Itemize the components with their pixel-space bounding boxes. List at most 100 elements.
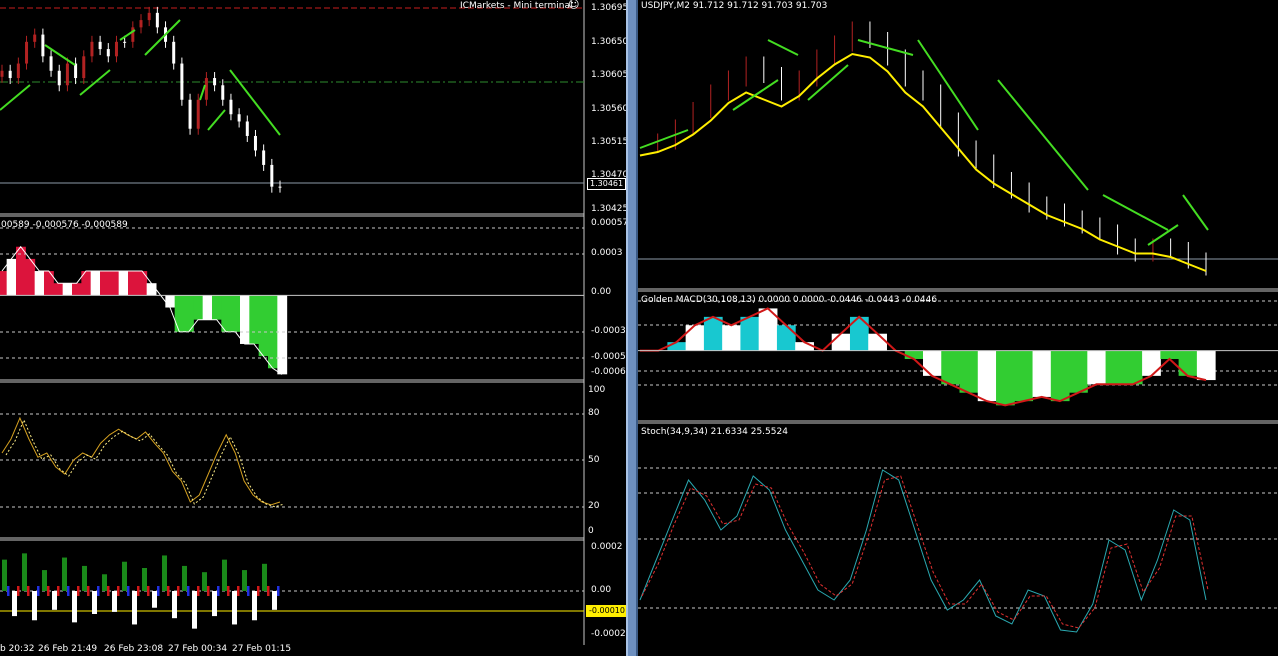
osc-bar — [187, 586, 190, 596]
gmacd-bar — [703, 316, 723, 351]
price-tick: 1.30515 — [591, 137, 629, 147]
candle-body — [114, 41, 118, 57]
price-tick: 1.30650 — [591, 37, 629, 47]
right-chart-title: USDJPY,M2 91.712 91.712 91.703 91.703 — [641, 1, 828, 11]
osc-bar — [247, 586, 250, 596]
osc-bar — [237, 586, 240, 596]
price-tick: 1.30605 — [591, 70, 629, 80]
osc-bar — [72, 591, 77, 623]
candle-body — [8, 70, 12, 79]
candle-body — [147, 12, 151, 21]
candle-body — [237, 114, 241, 122]
macd-bar — [53, 283, 64, 296]
macd-bar — [137, 271, 148, 296]
gmacd-bar — [1050, 350, 1070, 402]
osc-bar — [97, 586, 100, 596]
osc-bar — [112, 591, 117, 612]
osc-bar — [257, 586, 260, 596]
candle-body — [180, 63, 184, 100]
stoch-signal-line — [641, 475, 1209, 629]
macd-tick: -0.0003 — [591, 326, 626, 336]
osc-bar — [242, 570, 247, 591]
gmacd-bar — [1178, 350, 1198, 376]
osc-bar — [37, 586, 40, 596]
osc-bar — [7, 586, 10, 596]
gmacd-bar — [1160, 350, 1180, 359]
osc-bar — [267, 586, 270, 596]
ema-segment — [1102, 194, 1169, 231]
osc-bar — [82, 565, 87, 591]
gmacd-bar — [1032, 350, 1052, 397]
osc-bar — [17, 586, 20, 596]
osc-bar — [87, 586, 90, 596]
osc-bar — [162, 555, 167, 591]
right-chart-window[interactable]: USDJPY,M2 91.712 91.712 91.703 91.703 Go… — [638, 0, 1278, 656]
gmacd-bar — [1105, 350, 1125, 385]
macd-tick: 0.00 — [591, 287, 612, 297]
macd-bar — [258, 295, 269, 357]
candle-body — [33, 34, 37, 42]
osc-bar — [142, 568, 147, 591]
osc-bar — [2, 559, 7, 591]
gmacd-bar — [923, 350, 942, 376]
osc-bar — [57, 586, 60, 596]
left-chart-window[interactable]: ICMarkets - Mini terminal ☺ 1.30695 1.30… — [0, 0, 631, 656]
macd-tick: 0.0003 — [591, 248, 623, 258]
price-tick: 1.30695 — [591, 3, 629, 13]
gmacd-bar — [776, 325, 796, 351]
osc-current-marker: -0.00010 — [586, 605, 628, 617]
stoch-main-line — [1, 416, 281, 506]
osc-bar — [107, 586, 110, 596]
osc-tick: -0.0002 — [591, 629, 626, 639]
candle-body — [213, 78, 217, 86]
candle-body — [49, 56, 53, 71]
current-price-marker: 1.30461 — [587, 178, 627, 190]
candle-body — [139, 20, 143, 28]
macd-bar — [240, 295, 250, 344]
osc-bar — [47, 586, 50, 596]
macd-tick: 0.00057 — [591, 218, 629, 228]
macd-bar — [128, 271, 138, 296]
osc-bar — [202, 572, 207, 591]
macd-bar — [62, 283, 73, 296]
gmacd-bar — [722, 325, 741, 351]
price-tick: 1.30560 — [591, 104, 629, 114]
candle-body — [90, 41, 94, 57]
osc-bar — [277, 586, 280, 596]
candle-body — [25, 41, 29, 64]
gmacd-bar — [1087, 350, 1107, 385]
stoch-tick: 20 — [588, 501, 600, 511]
osc-bar — [92, 591, 97, 614]
window-splitter[interactable] — [626, 0, 638, 656]
ema-segment — [857, 39, 914, 56]
macd-bar — [174, 295, 185, 332]
left-charts-svg — [0, 0, 585, 645]
candle-body — [16, 63, 20, 79]
candle-body — [82, 56, 86, 79]
gmacd-bar — [1142, 350, 1161, 376]
osc-bar — [137, 586, 140, 596]
osc-bar — [197, 586, 200, 596]
left-macd-label: 00589 -0.000576 -0.000589 — [1, 220, 128, 230]
gmacd-bar — [904, 350, 924, 359]
gmacd-bar — [1069, 350, 1088, 393]
gmacd-bar — [831, 333, 851, 351]
candle-body — [155, 12, 159, 28]
osc-bar — [152, 591, 157, 608]
smiley-icon[interactable]: ☺ — [568, 0, 579, 10]
osc-tick: 0.00 — [591, 585, 612, 595]
osc-bar — [182, 565, 187, 591]
osc-bar — [62, 557, 67, 591]
gmacd-bar — [868, 333, 887, 351]
macd-bar — [202, 295, 213, 320]
gmacd-bar — [996, 350, 1015, 406]
ema-segment — [199, 84, 206, 101]
right-stoch-label: Stoch(34,9,34) 21.6334 25.5524 — [641, 427, 788, 437]
osc-bar — [52, 591, 57, 610]
osc-bar — [102, 574, 107, 591]
osc-bar — [77, 586, 80, 596]
candle-body — [131, 27, 135, 42]
candle-body — [123, 41, 127, 43]
stoch-tick: 100 — [588, 385, 606, 395]
osc-bar — [122, 561, 127, 591]
